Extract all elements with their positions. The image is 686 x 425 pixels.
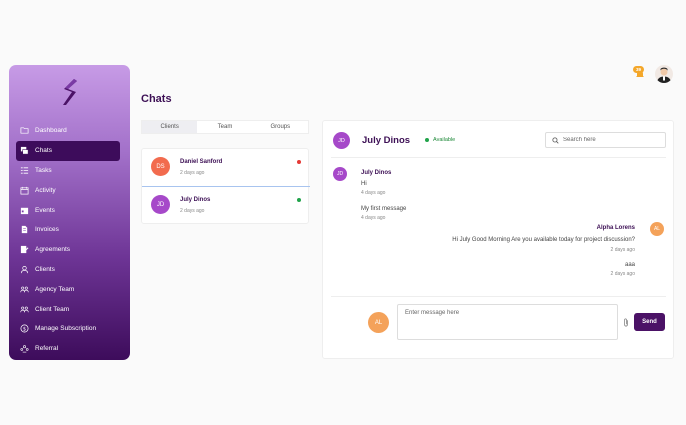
sidebar-item-activity[interactable]: Activity [16,180,120,200]
status-badge: Available [425,137,455,143]
svg-text:$: $ [23,327,26,333]
message-sender: July Dinos [361,170,392,176]
sidebar-item-label: Activity [35,186,56,194]
search-input[interactable] [563,137,658,143]
sidebar-item-label: Manage Subscription [35,325,97,333]
sidebar-item-label: Client Team [35,305,70,313]
sidebar-item-dashboard[interactable]: Dashboard [16,121,120,141]
sidebar-item-tasks[interactable]: Tasks [16,161,120,181]
conversation-item-july-dinos[interactable]: JD July Dinos 2 days ago [142,187,310,224]
status-dot [297,160,301,164]
message-text: Hi [361,181,367,187]
message-avatar: AL [650,222,664,236]
user-avatar[interactable] [655,65,673,83]
agreement-icon [20,245,29,254]
sidebar-item-label: Dashboard [35,127,67,135]
paperclip-icon[interactable] [622,318,630,327]
message-text: Hi July Good Morning Are you available t… [452,237,635,243]
status-dot [297,198,301,202]
tab-clients[interactable]: Clients [142,121,198,133]
message-avatar: JD [333,167,347,181]
invoice-icon [20,225,29,234]
sidebar-item-client-team[interactable]: Client Team [16,299,120,319]
user-avatar-icon [657,67,671,83]
conversation-name: July Dinos [180,197,211,203]
chat-panel: JD July Dinos Available JD July Dinos Hi… [322,120,674,359]
chat-contact-name: July Dinos [362,135,411,146]
search-icon [552,136,559,144]
sidebar-item-label: Invoices [35,226,59,234]
sidebar-item-label: Referral [35,345,59,353]
chat-search [545,132,666,148]
conversation-item-daniel-sanford[interactable]: DS Daniel Sanford 2 days ago [142,149,310,186]
message-time: 4 days ago [361,215,386,221]
sidebar-item-referral[interactable]: Referral [16,339,120,359]
conversation-list: DS Daniel Sanford 2 days ago JD July Din… [141,148,310,224]
tab-groups[interactable]: Groups [253,121,308,133]
conversation-time: 2 days ago [180,170,205,176]
chat-icon [20,146,29,155]
sidebar-item-manage-subscription[interactable]: $ Manage Subscription [16,319,120,339]
divider [331,157,666,158]
notification-count-badge: 39 [633,66,644,73]
message-time: 2 days ago [610,247,635,253]
conversation-time: 2 days ago [180,208,205,214]
tab-team[interactable]: Team [197,121,252,133]
available-dot-icon [425,138,429,142]
sidebar-item-invoices[interactable]: Invoices [16,220,120,240]
sidebar-item-agreements[interactable]: Agreements [16,240,120,260]
sidebar-item-label: Tasks [35,166,52,174]
composer-avatar: AL [368,312,389,333]
message-input[interactable] [397,304,618,340]
sidebar-item-label: Chats [35,147,52,155]
sidebar-item-events[interactable]: Events [16,200,120,220]
message-time: 4 days ago [361,190,386,196]
tasks-icon [20,166,29,175]
page-title: Chats [141,93,172,105]
sidebar-item-label: Agency Team [35,285,75,293]
dollar-icon: $ [20,324,29,333]
team-icon [20,285,29,294]
chat-category-tabs: Clients Team Groups [141,120,309,134]
calendar-icon [20,206,29,215]
message-time: 2 days ago [610,271,635,277]
sidebar: Dashboard Chats Tasks Activity Events In… [9,65,130,360]
sidebar-item-agency-team[interactable]: Agency Team [16,279,120,299]
sidebar-item-label: Clients [35,265,55,273]
referral-icon [20,344,29,353]
message-text: aaa [624,262,635,268]
user-icon [20,265,29,274]
sidebar-item-label: Agreements [35,246,71,254]
activity-icon [20,186,29,195]
sidebar-item-label: Events [35,206,55,214]
send-button[interactable]: Send [634,313,665,331]
folder-icon [20,126,29,135]
message-text: My first message [361,206,407,212]
divider [331,296,666,297]
sidebar-item-chats[interactable]: Chats [16,140,120,161]
status-label: Available [433,137,456,143]
chat-header-avatar: JD [333,132,350,149]
sidebar-item-clients[interactable]: Clients [16,260,120,280]
team-icon [20,305,29,314]
sidebar-nav: Dashboard Chats Tasks Activity Events In… [16,121,120,359]
avatar: DS [151,157,170,176]
avatar: JD [151,195,170,214]
logo-icon [63,79,77,105]
conversation-name: Daniel Sanford [180,159,223,165]
message-sender: Alpha Lorens [596,225,635,231]
notification-bell[interactable]: 39 [633,66,645,78]
